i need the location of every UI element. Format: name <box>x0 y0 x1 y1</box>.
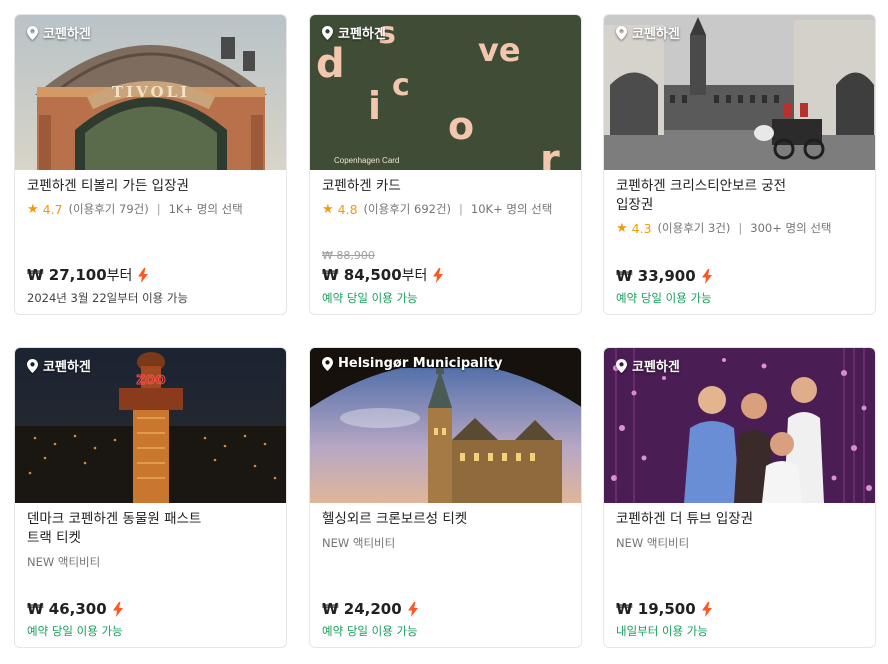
product-title-line2: 입장권 <box>616 197 654 213</box>
card-letter-d: d <box>316 41 345 87</box>
product-card-christiansborg[interactable]: 코펜하겐 코펜하겐 크리스티안보르 궁전 입장권 ★ 4.3 (이용후기 3건)… <box>603 14 876 315</box>
product-card-tivoli[interactable]: TIVOLI 코펜하겐 코펜하겐 티볼리 가든 입장권 ★ 4.7 (이용후기 … <box>14 14 287 315</box>
rating-row: ★ 4.8 (이용후기 692건) | 10K+ 명의 선택 <box>322 201 571 217</box>
lightning-icon <box>701 601 712 617</box>
location-pin-icon <box>322 25 333 40</box>
popularity: 10K+ 명의 선택 <box>470 202 553 216</box>
availability: 예약 당일 이용 가능 <box>27 624 123 638</box>
lightning-icon <box>433 267 444 283</box>
price: ₩ 24,200 <box>322 600 571 618</box>
lightning-icon <box>138 267 149 283</box>
location-pin-icon <box>616 358 627 373</box>
price-suffix: 부터 <box>106 268 133 284</box>
price-value: ₩ 33,900 <box>616 267 696 285</box>
price: ₩ 33,900 <box>616 267 865 285</box>
product-image: ZOO 코펜하겐 <box>15 348 286 503</box>
location-label: 코펜하겐 <box>27 23 91 42</box>
price-value: ₩ 19,500 <box>616 600 696 618</box>
product-title[interactable]: 덴마크 코펜하겐 동물원 패스트 트랙 티켓 <box>27 510 276 548</box>
divider: | <box>156 202 161 216</box>
popularity: 300+ 명의 선택 <box>750 221 832 235</box>
product-title-line1: 코펜하겐 크리스티안보르 궁전 <box>616 178 787 194</box>
new-activity-tag: NEW 액티비티 <box>322 536 396 550</box>
product-image: Helsingør Municipality <box>310 348 581 503</box>
location-label: 코펜하겐 <box>616 23 680 42</box>
review-count: (이용후기 692건) <box>363 202 452 216</box>
divider: | <box>459 202 463 216</box>
availability: 예약 당일 이용 가능 <box>322 291 418 305</box>
rating-value: 4.8 <box>337 201 358 217</box>
price-value: ₩ 46,300 <box>27 600 107 618</box>
availability: 내일부터 이용 가능 <box>616 624 708 638</box>
tivoli-sign: TIVOLI <box>112 83 190 101</box>
location-text: 코펜하겐 <box>632 27 680 42</box>
card-letter-c: c <box>392 68 410 103</box>
card-letter-ve: ve <box>478 31 521 69</box>
product-card-kronborg[interactable]: Helsingør Municipality 헬싱외르 크론보르성 티켓 NEW… <box>309 347 582 648</box>
price: ₩ 19,500 <box>616 600 865 618</box>
card-brand-text: Copenhagen Card <box>334 156 399 165</box>
product-title[interactable]: 코펜하겐 티볼리 가든 입장권 <box>27 177 276 196</box>
lightning-icon <box>407 601 418 617</box>
rating-value: 4.7 <box>42 201 63 217</box>
product-image: 코펜하겐 <box>604 348 875 503</box>
review-count: (이용후기 79건) <box>68 202 149 216</box>
product-title-line2: 트랙 티켓 <box>27 530 81 546</box>
location-label: Helsingør Municipality <box>322 356 503 371</box>
location-pin-icon <box>27 25 38 40</box>
location-text: 코펜하겐 <box>43 360 91 375</box>
new-activity-tag: NEW 액티비티 <box>27 555 101 569</box>
zoo-sign: ZOO <box>136 373 165 387</box>
rating-value: 4.3 <box>631 220 652 236</box>
card-letter-r: r <box>540 137 560 170</box>
location-pin-icon <box>27 358 38 373</box>
star-icon: ★ <box>27 201 39 217</box>
location-label: 코펜하겐 <box>616 356 680 375</box>
product-title[interactable]: 코펜하겐 크리스티안보르 궁전 입장권 <box>616 177 865 215</box>
price-suffix: 부터 <box>401 268 428 284</box>
star-icon: ★ <box>616 220 628 236</box>
star-icon: ★ <box>322 201 334 217</box>
rating-row: ★ 4.3 (이용후기 3건) | 300+ 명의 선택 <box>616 220 865 236</box>
rating-row: ★ 4.7 (이용후기 79건) | 1K+ 명의 선택 <box>27 201 276 217</box>
original-price: ₩ 88,900 <box>322 249 375 262</box>
product-title[interactable]: 헬싱외르 크론보르성 티켓 <box>322 510 571 529</box>
location-text: Helsingør Municipality <box>338 356 503 371</box>
product-title[interactable]: 코펜하겐 카드 <box>322 177 571 196</box>
price-value: ₩ 27,100 <box>27 266 107 284</box>
location-text: 코펜하겐 <box>43 27 91 42</box>
availability: 예약 당일 이용 가능 <box>322 624 418 638</box>
price: ₩ 84,500 부터 <box>322 265 571 285</box>
location-label: 코펜하겐 <box>27 356 91 375</box>
location-label: 코펜하겐 <box>322 23 386 42</box>
product-card-copenhagen-card[interactable]: d s c i ve o r Copenhagen Card 코펜하겐 코펜하겐… <box>309 14 582 315</box>
price: ₩ 46,300 <box>27 600 276 618</box>
price: ₩ 27,100 부터 <box>27 265 276 285</box>
availability: 예약 당일 이용 가능 <box>616 291 712 305</box>
price-value: ₩ 84,500 <box>322 266 402 284</box>
divider: | <box>738 221 743 235</box>
price-value: ₩ 24,200 <box>322 600 402 618</box>
product-image: TIVOLI 코펜하겐 <box>15 15 286 170</box>
location-pin-icon <box>322 356 333 371</box>
availability: 2024년 3월 22일부터 이용 가능 <box>27 291 189 305</box>
product-card-zoo[interactable]: ZOO 코펜하겐 덴마크 코펜하겐 동물원 패스트 트랙 티켓 NEW 액티비티… <box>14 347 287 648</box>
product-card-the-tube[interactable]: 코펜하겐 코펜하겐 더 튜브 입장권 NEW 액티비티 ₩ 19,500 내일부… <box>603 347 876 648</box>
product-image: 코펜하겐 <box>604 15 875 170</box>
location-text: 코펜하겐 <box>338 27 386 42</box>
location-pin-icon <box>616 25 627 40</box>
card-letter-i: i <box>368 84 381 128</box>
product-image: d s c i ve o r Copenhagen Card 코펜하겐 <box>310 15 581 170</box>
product-title[interactable]: 코펜하겐 더 튜브 입장권 <box>616 510 865 529</box>
popularity: 1K+ 명의 선택 <box>168 202 243 216</box>
location-text: 코펜하겐 <box>632 360 680 375</box>
lightning-icon <box>701 268 712 284</box>
new-activity-tag: NEW 액티비티 <box>616 536 690 550</box>
review-count: (이용후기 3건) <box>657 221 731 235</box>
product-title-line1: 덴마크 코펜하겐 동물원 패스트 <box>27 511 202 527</box>
card-letter-o: o <box>448 104 474 148</box>
lightning-icon <box>112 601 123 617</box>
